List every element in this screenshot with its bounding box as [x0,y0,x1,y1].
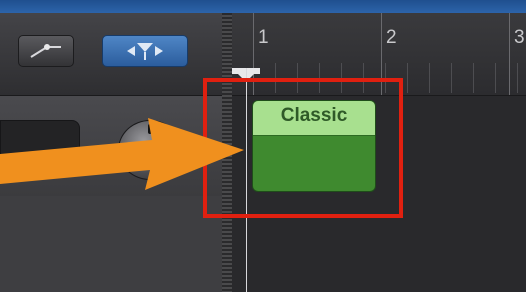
annotation-arrow-icon [0,118,244,190]
